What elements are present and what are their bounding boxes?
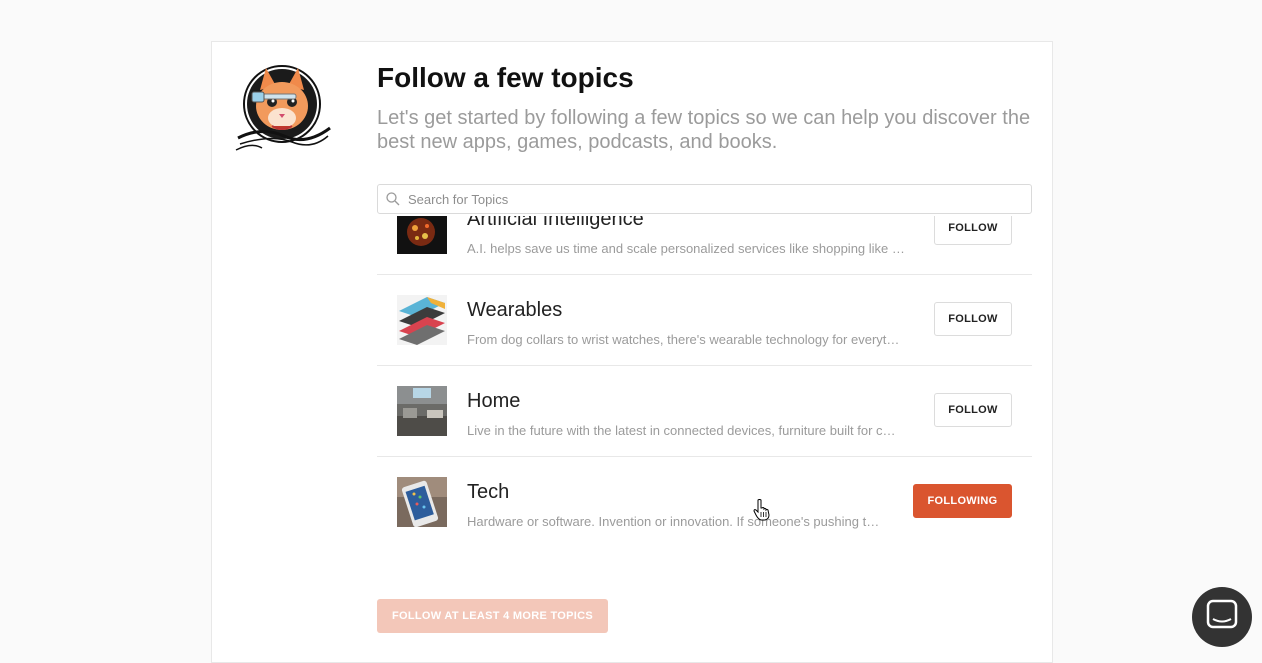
chat-icon [1192, 599, 1252, 651]
topic-thumbnail-tech [397, 477, 447, 527]
topic-description: Live in the future with the latest in co… [467, 423, 896, 438]
topic-thumbnail-wearables [397, 295, 447, 345]
search-box[interactable] [377, 184, 1032, 214]
topic-name: Wearables [467, 299, 563, 321]
topic-row: Artificial Intelligence A.I. helps save … [377, 216, 1032, 275]
onboarding-card: Follow a few topics Let's get started by… [211, 41, 1053, 663]
search-input[interactable] [408, 185, 1008, 213]
topic-name: Home [467, 390, 521, 412]
hand-pointer-icon [753, 499, 771, 521]
search-icon [386, 192, 400, 206]
topic-name: Artificial Intelligence [467, 216, 644, 230]
topic-row: Home Live in the future with the latest … [377, 366, 1032, 457]
topic-row: Tech Hardware or software. Invention or … [377, 457, 1032, 547]
product-hunt-logo [232, 60, 336, 156]
follow-more-topics-button[interactable]: FOLLOW AT LEAST 4 MORE TOPICS [377, 599, 608, 633]
topics-list[interactable]: Artificial Intelligence A.I. helps save … [377, 216, 1032, 576]
follow-button-artificial-intelligence[interactable]: FOLLOW [934, 216, 1012, 245]
topic-description: From dog collars to wrist watches, there… [467, 332, 900, 347]
topic-thumbnail-home [397, 386, 447, 436]
follow-button-home[interactable]: FOLLOW [934, 393, 1012, 427]
topic-description: A.I. helps save us time and scale person… [467, 241, 905, 256]
following-button-tech[interactable]: FOLLOWING [913, 484, 1012, 518]
chat-launcher-button[interactable] [1192, 587, 1252, 647]
topic-description: Hardware or software. Invention or innov… [467, 514, 880, 529]
page-title: Follow a few topics [377, 62, 634, 93]
follow-button-wearables[interactable]: FOLLOW [934, 302, 1012, 336]
page-subtitle: Let's get started by following a few top… [377, 107, 1031, 153]
topic-name: Tech [467, 481, 510, 503]
topic-row: Wearables From dog collars to wrist watc… [377, 275, 1032, 366]
topic-thumbnail-artificial-intelligence [397, 216, 447, 254]
